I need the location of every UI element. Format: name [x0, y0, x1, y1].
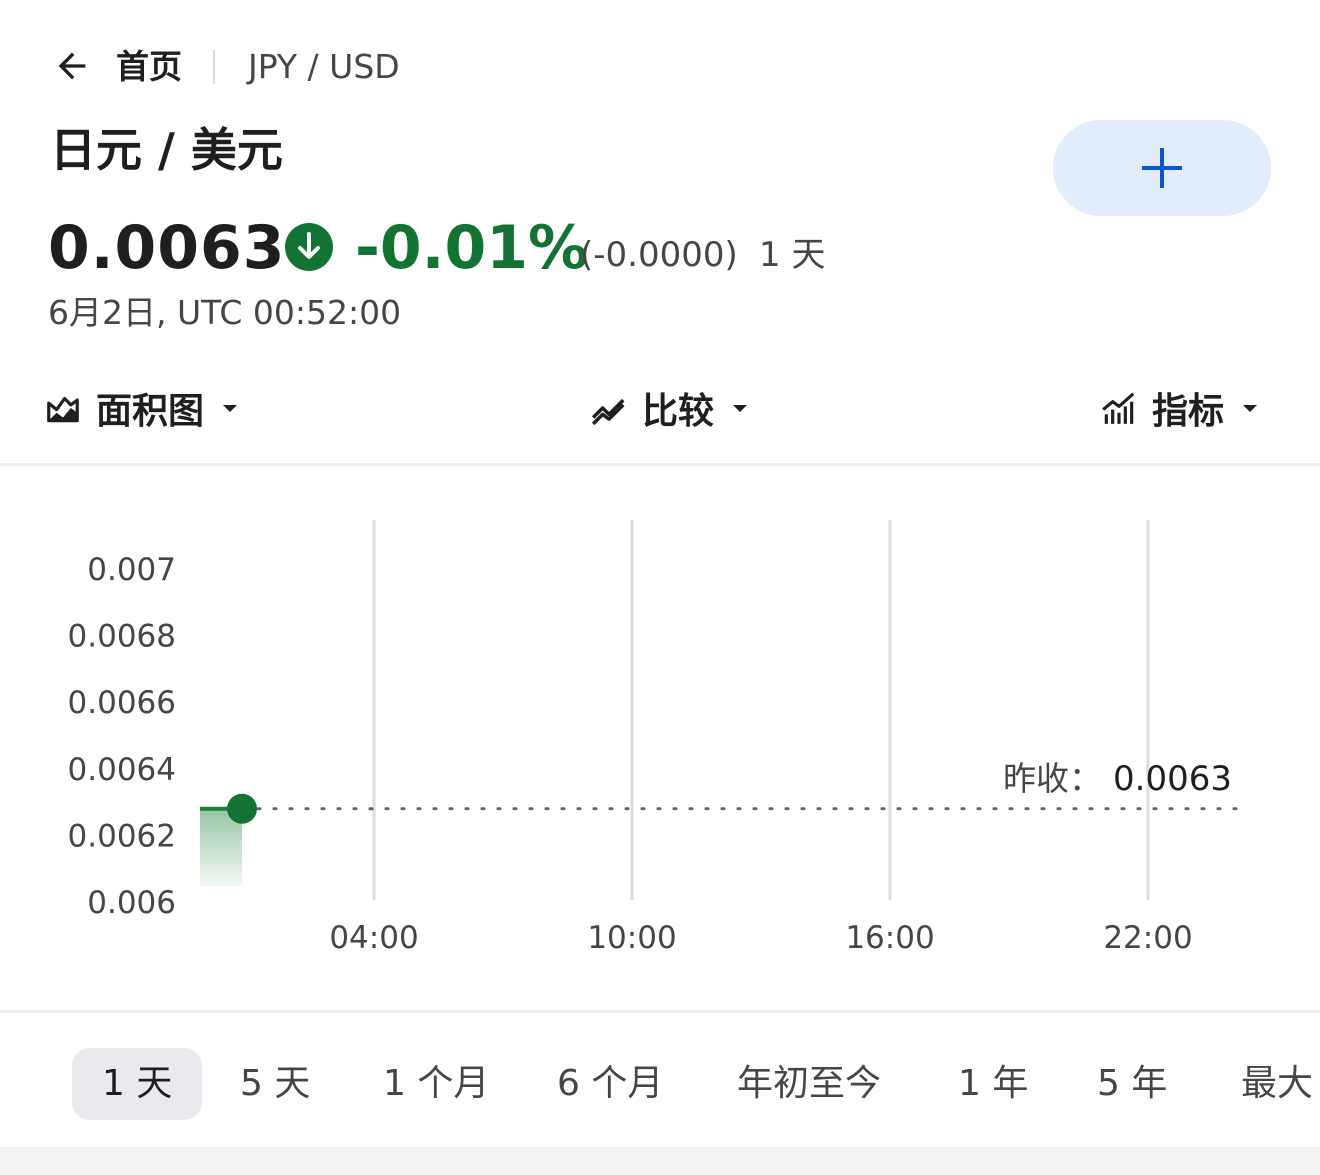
range-tab[interactable]: 最大: [1241, 1048, 1313, 1120]
current-point-marker: [227, 793, 257, 824]
indicators-label: 指标: [1152, 391, 1225, 432]
range-tab[interactable]: 1 个月: [383, 1048, 489, 1120]
y-tick-label: 0.0066: [68, 685, 176, 721]
range-tab[interactable]: 5 天: [240, 1048, 310, 1120]
indicators-icon: [1102, 392, 1135, 424]
plus-icon: [1142, 148, 1182, 188]
change-absolute: (-0.0000): [580, 235, 738, 275]
bottom-strip: [0, 1147, 1320, 1175]
current-price: 0.0063: [48, 213, 286, 283]
chart-type-label: 面积图: [96, 391, 205, 432]
breadcrumb-home-link[interactable]: 首页: [116, 44, 182, 90]
prev-close-label: 昨收：: [1003, 759, 1102, 798]
caret-down-icon: [733, 405, 748, 412]
page-title: 日元 / 美元: [50, 123, 283, 177]
change-percent: -0.01%: [355, 213, 589, 283]
range-tab[interactable]: 1 年: [958, 1048, 1028, 1120]
caret-down-icon: [1243, 405, 1258, 412]
y-tick-label: 0.0064: [68, 752, 176, 788]
chart-divider: [0, 1010, 1320, 1013]
x-tick-label: 10:00: [587, 920, 676, 956]
quote-timestamp: 6月2日, UTC 00:52:00: [48, 293, 402, 332]
caret-down-icon: [223, 405, 238, 412]
x-tick-label: 04:00: [329, 920, 418, 956]
y-tick-label: 0.0062: [68, 818, 176, 854]
change-period: 1 天: [759, 235, 826, 275]
x-tick-label: 16:00: [845, 920, 934, 956]
area-chart-icon: [47, 396, 79, 423]
back-arrow-icon[interactable]: [52, 46, 92, 86]
prev-close-value: 0.0063: [1113, 759, 1232, 799]
price-chart[interactable]: 0.007 0.0068 0.0066 0.0064 0.0062 0.006 04:00…: [0, 466, 1320, 1010]
compare-icon: [591, 398, 625, 426]
indicators-dropdown[interactable]: 指标: [1100, 380, 1262, 436]
y-tick-label: 0.007: [87, 552, 176, 588]
range-tab[interactable]: 6 个月: [557, 1048, 663, 1120]
x-tick-label: 22:00: [1103, 920, 1192, 956]
range-tab[interactable]: 1 天: [72, 1048, 203, 1120]
breadcrumb-symbol: JPY / USD: [248, 47, 400, 86]
breadcrumb-separator: [213, 50, 215, 84]
arrow-down-circle-icon: [285, 223, 333, 271]
range-tab[interactable]: 年初至今: [737, 1048, 881, 1120]
add-to-watchlist-button[interactable]: [1053, 120, 1271, 216]
y-tick-label: 0.0068: [68, 619, 176, 655]
range-tab[interactable]: 5 年: [1097, 1048, 1167, 1120]
chart-type-dropdown[interactable]: 面积图: [44, 380, 242, 436]
compare-label: 比较: [642, 391, 715, 432]
y-tick-label: 0.006: [87, 885, 176, 921]
compare-dropdown[interactable]: 比较: [590, 380, 752, 436]
